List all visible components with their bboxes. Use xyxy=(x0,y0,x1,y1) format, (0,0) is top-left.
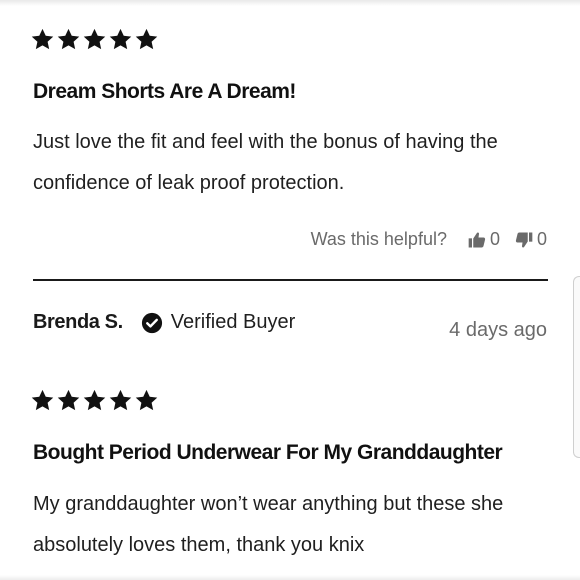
review-1-title: Dream Shorts Are A Dream! xyxy=(33,80,296,103)
star-icon xyxy=(108,27,133,52)
reviewer-row: Brenda S. Verified Buyer xyxy=(33,311,295,334)
thumbs-up-count: 0 xyxy=(489,229,500,249)
star-icon xyxy=(134,27,159,52)
star-icon xyxy=(82,27,107,52)
star-icon xyxy=(56,388,81,413)
review-date: 4 days ago xyxy=(449,319,547,341)
review-1-body: Just love the fit and feel with the bonu… xyxy=(33,131,498,194)
star-icon xyxy=(56,27,81,52)
verified-buyer-label: Verified Buyer xyxy=(170,311,296,333)
reviewer-name: Brenda S. xyxy=(33,311,123,333)
star-icon xyxy=(30,388,55,413)
star-icon xyxy=(134,388,159,413)
star-icon xyxy=(108,388,133,413)
star-icon xyxy=(82,388,107,413)
thumbs-up-icon xyxy=(468,232,486,247)
review-2-rating xyxy=(30,388,159,413)
top-edge xyxy=(0,0,580,6)
star-icon xyxy=(30,27,55,52)
review-2-body: My granddaughter won’t wear anything but… xyxy=(33,493,504,556)
review-1-rating xyxy=(30,27,159,52)
review-2-title: Bought Period Underwear For My Granddaug… xyxy=(33,441,503,464)
helpful-label: Was this helpful? xyxy=(310,229,447,249)
helpful-row: Was this helpful? 0 0 xyxy=(311,229,547,250)
scrollbar[interactable] xyxy=(573,276,580,458)
thumbs-down-icon xyxy=(515,232,533,247)
review-divider xyxy=(33,279,548,281)
check-circle-icon xyxy=(141,312,162,333)
bottom-edge xyxy=(0,575,580,580)
thumbs-up-button[interactable]: 0 xyxy=(467,229,500,250)
thumbs-down-count: 0 xyxy=(536,229,547,249)
thumbs-down-button[interactable]: 0 xyxy=(514,229,547,250)
